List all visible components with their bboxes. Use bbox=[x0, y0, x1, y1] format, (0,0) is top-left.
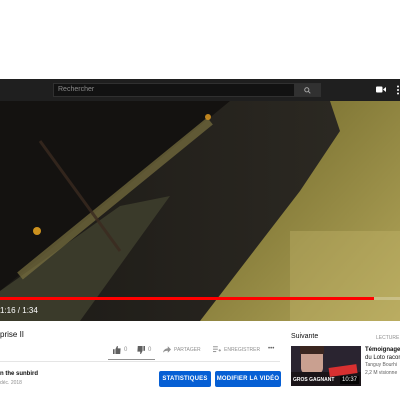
like-ratio-bar bbox=[108, 359, 155, 360]
publish-date: déc. 2018 bbox=[0, 380, 22, 386]
recommended-title-line1: Témoignage bbox=[365, 347, 400, 353]
thumbs-down-icon bbox=[137, 346, 145, 354]
recommended-title-line2: du Loto racon bbox=[365, 355, 400, 361]
search-input[interactable]: Rechercher bbox=[53, 83, 294, 97]
thumbnail-text: GROS GAGNANT bbox=[293, 377, 334, 383]
dislike-button[interactable]: 0 bbox=[137, 346, 151, 354]
statistics-button[interactable]: STATISTIQUES bbox=[159, 371, 211, 387]
recommended-video-thumbnail[interactable]: GROS GAGNANT 10:37 bbox=[291, 346, 361, 386]
save-button[interactable]: ENREGISTRER bbox=[213, 346, 260, 353]
recommended-video-title[interactable]: Témoignage du Loto racon bbox=[365, 346, 400, 362]
share-button[interactable]: PARTAGER bbox=[163, 346, 201, 353]
search-box: Rechercher bbox=[53, 83, 321, 97]
share-icon bbox=[163, 346, 171, 353]
save-label: ENREGISTRER bbox=[224, 346, 261, 353]
search-icon bbox=[304, 86, 311, 94]
like-button[interactable]: 0 bbox=[113, 346, 127, 354]
video-player[interactable] bbox=[0, 101, 400, 321]
section-divider bbox=[0, 361, 280, 362]
share-label: PARTAGER bbox=[174, 346, 201, 353]
dislike-count: 0 bbox=[148, 347, 152, 353]
top-header-bar: Rechercher bbox=[0, 79, 400, 101]
thumbs-up-icon bbox=[113, 346, 121, 354]
video-title: prise II bbox=[0, 330, 25, 339]
video-duration-badge: 10:37 bbox=[339, 376, 359, 384]
up-next-heading: Suivante bbox=[291, 333, 319, 340]
recommended-views: 2,2 M visionne bbox=[365, 370, 398, 376]
more-vertical-icon[interactable] bbox=[396, 85, 400, 95]
edit-video-button[interactable]: MODIFIER LA VIDÉO bbox=[215, 371, 281, 387]
time-display: 1:16 / 1:34 bbox=[0, 306, 38, 315]
more-actions-label: ••• bbox=[268, 346, 275, 352]
video-camera-icon[interactable] bbox=[376, 85, 386, 94]
autoplay-label[interactable]: LECTURE bbox=[376, 335, 399, 341]
channel-name[interactable]: n the sunbird bbox=[0, 371, 38, 377]
recommended-channel: Tanguy Bourhi bbox=[365, 362, 397, 368]
progress-bar-fill bbox=[0, 297, 374, 300]
more-actions-button[interactable]: ••• bbox=[268, 346, 274, 352]
add-to-playlist-icon bbox=[213, 346, 221, 353]
like-count: 0 bbox=[124, 347, 128, 353]
search-button[interactable] bbox=[294, 83, 321, 97]
video-frame-image bbox=[0, 101, 400, 321]
